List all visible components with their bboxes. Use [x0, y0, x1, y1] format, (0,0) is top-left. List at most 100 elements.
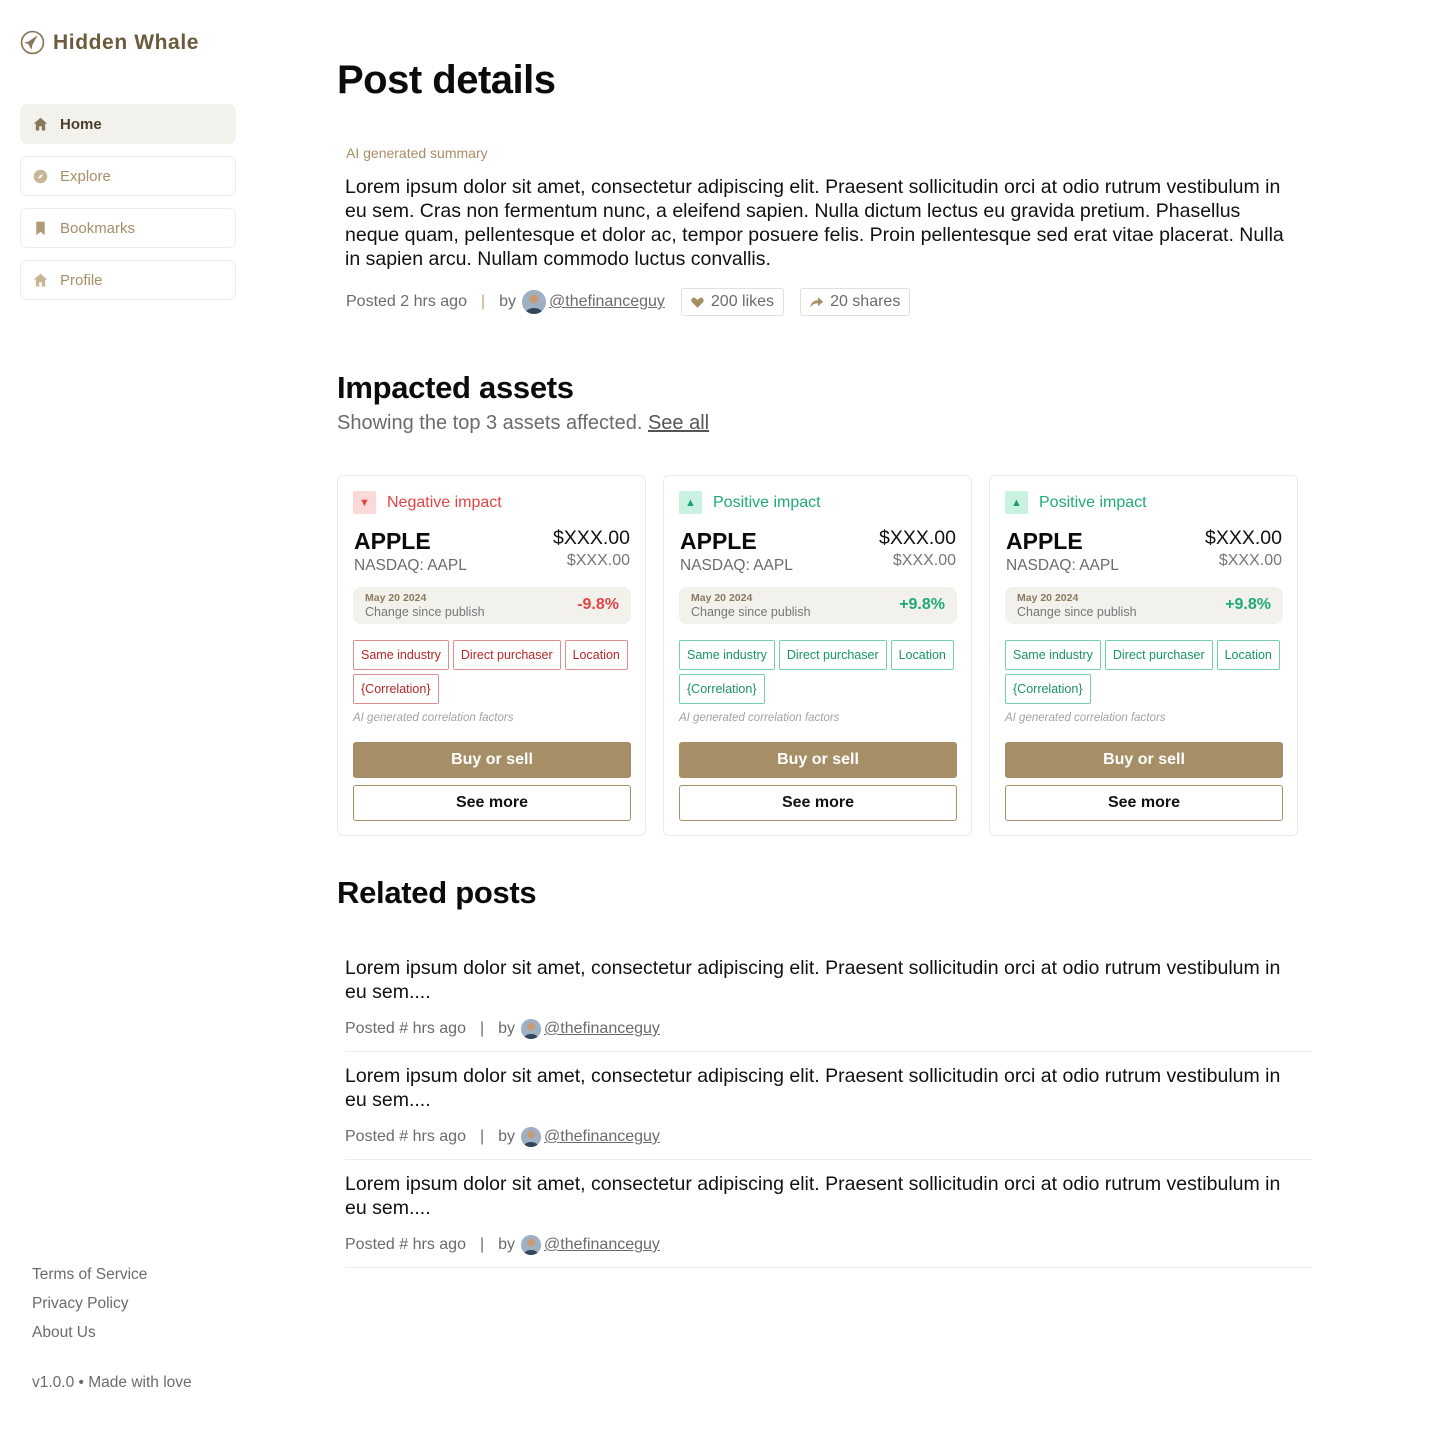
related-post-meta: Posted # hrs ago | by @thefinanceguy — [345, 1017, 660, 1041]
posted-time: Posted # hrs ago — [345, 1020, 466, 1037]
change-label: Change since publish — [691, 605, 811, 619]
author-handle[interactable]: @thefinanceguy — [544, 1236, 660, 1254]
asset-price: $XXX.00 — [553, 527, 630, 549]
author-handle[interactable]: @thefinanceguy — [544, 1128, 660, 1146]
posted-time: Posted 2 hrs ago — [346, 293, 467, 310]
tag-same-industry[interactable]: Same industry — [679, 640, 775, 670]
posted-time: Posted # hrs ago — [345, 1236, 466, 1253]
nav-item-home[interactable]: Home — [20, 104, 236, 144]
impact-indicator: ▲ Positive impact — [1005, 491, 1147, 514]
terms-link[interactable]: Terms of Service — [32, 1264, 147, 1293]
tag-direct-purchaser[interactable]: Direct purchaser — [452, 640, 561, 670]
tag-correlation[interactable]: {Correlation} — [679, 674, 765, 704]
tag-location[interactable]: Location — [890, 640, 954, 670]
avatar[interactable] — [521, 1019, 542, 1039]
by-label: by — [498, 1236, 516, 1253]
tag-location[interactable]: Location — [1216, 640, 1280, 670]
impact-indicator: ▲ Positive impact — [679, 491, 821, 514]
related-posts-heading: Related posts — [337, 875, 537, 910]
related-post[interactable]: Lorem ipsum dolor sit amet, consectetur … — [345, 1160, 1312, 1268]
change-label: Change since publish — [1017, 605, 1137, 619]
tag-location[interactable]: Location — [564, 640, 628, 670]
see-more-button[interactable]: See more — [679, 785, 957, 821]
asset-price: $XXX.00 — [879, 527, 956, 549]
asset-ticker: APPLE — [1006, 528, 1083, 554]
sidebar: Hidden Whale Home Explore Bookmarks Prof… — [0, 0, 256, 1440]
nav-item-explore[interactable]: Explore — [20, 156, 236, 196]
buy-or-sell-button[interactable]: Buy or sell — [353, 742, 631, 778]
author-handle[interactable]: @thefinanceguy — [549, 293, 665, 311]
brand-name: Hidden Whale — [53, 30, 200, 54]
change-value: +9.8% — [1225, 596, 1271, 613]
shares-button[interactable]: 20 shares — [800, 288, 911, 316]
asset-card: ▲ Positive impact APPLE NASDAQ: AAPL $XX… — [989, 475, 1298, 836]
meta-separator: | — [479, 1020, 485, 1037]
share-icon — [810, 296, 824, 308]
change-value: -9.8% — [577, 596, 619, 613]
avatar[interactable] — [522, 290, 547, 314]
ai-factors-note: AI generated correlation factors — [679, 712, 840, 724]
see-more-button[interactable]: See more — [353, 785, 631, 821]
nav-label-bookmarks: Bookmarks — [60, 219, 136, 237]
related-post-meta: Posted # hrs ago | by @thefinanceguy — [345, 1125, 660, 1149]
see-more-button[interactable]: See more — [1005, 785, 1283, 821]
buy-or-sell-button[interactable]: Buy or sell — [1005, 742, 1283, 778]
author-handle[interactable]: @thefinanceguy — [544, 1020, 660, 1038]
asset-card: ▲ Positive impact APPLE NASDAQ: AAPL $XX… — [663, 475, 972, 836]
user-avatar-icon — [522, 290, 547, 314]
related-post-text: Lorem ipsum dolor sit amet, consectetur … — [345, 1065, 1281, 1111]
about-link[interactable]: About Us — [32, 1322, 147, 1351]
avatar[interactable] — [521, 1235, 542, 1255]
shares-count: 20 shares — [830, 293, 901, 310]
buy-or-sell-button[interactable]: Buy or sell — [679, 742, 957, 778]
user-avatar-icon — [521, 1019, 542, 1039]
correlation-tags: Same industry Direct purchaser Location … — [1005, 640, 1290, 704]
main-nav: Home Explore Bookmarks Profile — [20, 104, 236, 312]
meta-separator: | — [479, 1236, 485, 1253]
nav-item-profile[interactable]: Profile — [20, 260, 236, 300]
tag-correlation[interactable]: {Correlation} — [353, 674, 439, 704]
change-summary: May 20 2024 Change since publish +9.8% — [1005, 587, 1283, 624]
nav-item-bookmarks[interactable]: Bookmarks — [20, 208, 236, 248]
impact-label: Positive impact — [713, 493, 821, 511]
related-post[interactable]: Lorem ipsum dolor sit amet, consectetur … — [345, 944, 1312, 1052]
ai-factors-note: AI generated correlation factors — [353, 712, 514, 724]
related-post-text: Lorem ipsum dolor sit amet, consectetur … — [345, 957, 1281, 1003]
likes-button[interactable]: 200 likes — [680, 288, 785, 316]
related-post-meta: Posted # hrs ago | by @thefinanceguy — [345, 1233, 660, 1257]
impact-indicator: ▼ Negative impact — [353, 491, 502, 514]
tag-same-industry[interactable]: Same industry — [1005, 640, 1101, 670]
bookmark-icon — [36, 221, 45, 235]
asset-price-secondary: $XXX.00 — [892, 552, 956, 569]
see-all-link[interactable]: See all — [648, 412, 709, 434]
change-date: May 20 2024 — [1017, 592, 1079, 604]
arrow-up-icon: ▲ — [679, 491, 702, 514]
tag-same-industry[interactable]: Same industry — [353, 640, 449, 670]
by-label: by — [499, 293, 517, 310]
whale-logo-icon — [20, 30, 45, 55]
asset-price-secondary: $XXX.00 — [1218, 552, 1282, 569]
meta-separator: | — [480, 293, 486, 310]
change-label: Change since publish — [365, 605, 485, 619]
arrow-up-icon: ▲ — [1005, 491, 1028, 514]
home-icon — [33, 273, 48, 286]
change-value: +9.8% — [899, 596, 945, 613]
meta-separator: | — [479, 1128, 485, 1145]
asset-card: ▼ Negative impact APPLE NASDAQ: AAPL $XX… — [337, 475, 646, 836]
by-label: by — [498, 1020, 516, 1037]
by-label: by — [498, 1128, 516, 1145]
tag-correlation[interactable]: {Correlation} — [1005, 674, 1091, 704]
tag-direct-purchaser[interactable]: Direct purchaser — [778, 640, 887, 670]
change-summary: May 20 2024 Change since publish -9.8% — [353, 587, 631, 624]
related-post[interactable]: Lorem ipsum dolor sit amet, consectetur … — [345, 1052, 1312, 1160]
privacy-link[interactable]: Privacy Policy — [32, 1293, 147, 1322]
asset-exchange: NASDAQ: AAPL — [354, 557, 467, 574]
brand[interactable]: Hidden Whale — [20, 30, 199, 55]
tag-direct-purchaser[interactable]: Direct purchaser — [1104, 640, 1213, 670]
change-date: May 20 2024 — [691, 592, 753, 604]
footer-links: Terms of Service Privacy Policy About Us — [32, 1264, 147, 1351]
avatar[interactable] — [521, 1127, 542, 1147]
page-title: Post details — [337, 58, 556, 102]
user-avatar-icon — [521, 1235, 542, 1255]
user-avatar-icon — [521, 1127, 542, 1147]
